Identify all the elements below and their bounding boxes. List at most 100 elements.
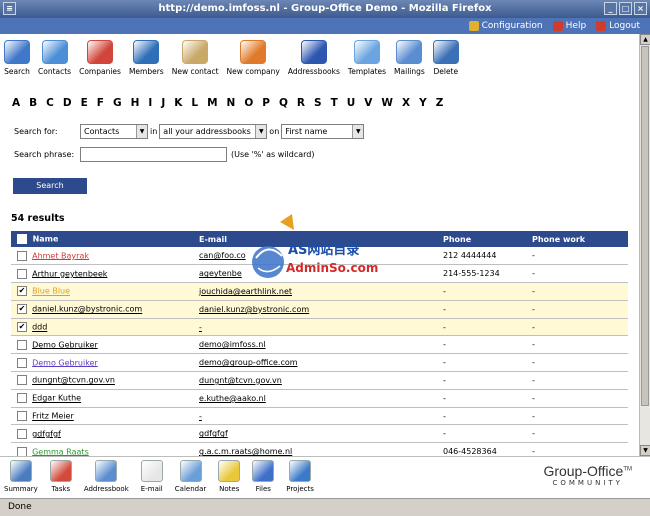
row-checkbox[interactable]: [17, 339, 27, 350]
toolbar-addressbooks-button[interactable]: Addressbooks: [288, 40, 340, 76]
letter-y-link[interactable]: Y: [419, 97, 427, 109]
search-button[interactable]: Search: [13, 178, 87, 194]
toplink-logout[interactable]: Logout: [596, 18, 640, 34]
email-link[interactable]: can@foo.co: [199, 251, 246, 260]
contact-name-link[interactable]: Demo Gebruiker: [32, 340, 98, 349]
scroll-thumb[interactable]: [641, 46, 649, 406]
dock-files-button[interactable]: Files: [252, 460, 275, 493]
contact-name-link[interactable]: Gemma Raats: [32, 447, 89, 456]
contact-name-link[interactable]: Demo Gebruiker: [32, 358, 98, 367]
letter-c-link[interactable]: C: [46, 97, 54, 109]
email-link[interactable]: -: [199, 323, 202, 332]
table-row[interactable]: Gemma Raats g.a.c.m.raats@home.nl 046-4528…: [11, 442, 628, 456]
table-row[interactable]: Demo Gebruiker demo@imfoss.nl - -: [11, 335, 628, 355]
toolbar-search-button[interactable]: Search: [4, 40, 30, 76]
letter-k-link[interactable]: K: [174, 97, 182, 109]
row-checkbox[interactable]: [17, 428, 27, 439]
letter-s-link[interactable]: S: [314, 97, 322, 109]
search-field-select[interactable]: First name ▼: [281, 124, 365, 139]
letter-x-link[interactable]: X: [402, 97, 410, 109]
toolbar-members-button[interactable]: Members: [129, 40, 164, 76]
row-checkbox[interactable]: [17, 268, 27, 279]
email-link[interactable]: daniel.kunz@bystronic.com: [199, 305, 309, 314]
row-checkbox[interactable]: [17, 446, 27, 456]
search-scope-select[interactable]: all your addressbooks ▼: [159, 124, 268, 139]
contact-name-link[interactable]: daniel.kunz@bystronic.com: [32, 305, 142, 314]
toolbar-mailings-button[interactable]: Mailings: [394, 40, 425, 76]
toplink-configuration[interactable]: Configuration: [468, 18, 543, 34]
scroll-down-icon[interactable]: ▼: [640, 445, 650, 456]
letter-m-link[interactable]: M: [207, 97, 217, 109]
scroll-up-icon[interactable]: ▲: [640, 34, 650, 45]
vertical-scrollbar[interactable]: ▲ ▼: [639, 34, 650, 456]
letter-q-link[interactable]: Q: [279, 97, 288, 109]
table-row[interactable]: dungnt@tcvn.gov.vn dungnt@tcvn.gov.vn - -: [11, 371, 628, 390]
contact-name-link[interactable]: Arthur geytenbeek: [32, 269, 107, 278]
select-all-checkbox[interactable]: [17, 234, 27, 244]
letter-t-link[interactable]: T: [331, 97, 338, 109]
toolbar-new-contact-button[interactable]: New contact: [172, 40, 219, 76]
dock-addressbook-button[interactable]: Addressbook: [84, 460, 129, 493]
email-link[interactable]: demo@imfoss.nl: [199, 340, 266, 349]
table-row[interactable]: Edgar Kuthe e.kuthe@aako.nl - -: [11, 389, 628, 408]
letter-g-link[interactable]: G: [113, 97, 122, 109]
letter-d-link[interactable]: D: [63, 97, 72, 109]
email-link[interactable]: ageytenbe: [199, 269, 242, 278]
letter-i-link[interactable]: I: [148, 97, 152, 109]
email-link[interactable]: gdfgfgf: [199, 429, 228, 438]
email-link[interactable]: demo@group-office.com: [199, 358, 298, 367]
letter-j-link[interactable]: J: [161, 97, 165, 109]
letter-b-link[interactable]: B: [29, 97, 37, 109]
dock-e-mail-button[interactable]: E-mail: [140, 460, 163, 493]
letter-z-link[interactable]: Z: [436, 97, 444, 109]
email-link[interactable]: dungnt@tcvn.gov.vn: [199, 376, 282, 385]
row-checkbox[interactable]: [17, 375, 27, 386]
row-checkbox[interactable]: ✔: [17, 286, 27, 297]
contact-name-link[interactable]: gdfgfgf: [32, 429, 61, 438]
letter-v-link[interactable]: V: [364, 97, 372, 109]
contact-name-link[interactable]: Ahmet Bayrak: [32, 251, 89, 260]
row-checkbox[interactable]: [17, 411, 27, 422]
window-menu-icon[interactable]: ≡: [3, 2, 16, 15]
toolbar-delete-button[interactable]: Delete: [432, 40, 459, 76]
maximize-icon[interactable]: □: [619, 2, 632, 15]
table-row[interactable]: ✔ Blue Blue jouchida@earthlink.net - -: [11, 282, 628, 301]
letter-n-link[interactable]: N: [227, 97, 236, 109]
email-link[interactable]: -: [199, 412, 202, 421]
email-link[interactable]: jouchida@earthlink.net: [199, 287, 292, 296]
table-row[interactable]: Fritz Meier - - -: [11, 407, 628, 426]
row-checkbox[interactable]: ✔: [17, 322, 27, 333]
search-phrase-input[interactable]: [80, 147, 227, 162]
toplink-help[interactable]: Help: [552, 18, 586, 34]
letter-r-link[interactable]: R: [297, 97, 305, 109]
contact-name-link[interactable]: dungnt@tcvn.gov.vn: [32, 376, 115, 385]
letter-e-link[interactable]: E: [81, 97, 88, 109]
contact-name-link[interactable]: Edgar Kuthe: [32, 394, 81, 403]
toolbar-contacts-button[interactable]: Contacts: [38, 40, 71, 76]
email-link[interactable]: g.a.c.m.raats@home.nl: [199, 447, 292, 456]
row-checkbox[interactable]: [17, 357, 27, 368]
row-checkbox[interactable]: [17, 393, 27, 404]
dock-notes-button[interactable]: Notes: [218, 460, 241, 493]
row-checkbox[interactable]: [17, 250, 27, 261]
letter-l-link[interactable]: L: [191, 97, 198, 109]
column-name[interactable]: Name: [11, 231, 193, 247]
toolbar-templates-button[interactable]: Templates: [348, 40, 386, 76]
dock-calendar-button[interactable]: Calendar: [175, 460, 206, 493]
email-link[interactable]: e.kuthe@aako.nl: [199, 394, 266, 403]
minimize-icon[interactable]: _: [604, 2, 617, 15]
letter-f-link[interactable]: F: [97, 97, 104, 109]
column-phone-work[interactable]: Phone work: [526, 231, 628, 247]
letter-o-link[interactable]: O: [244, 97, 253, 109]
dock-summary-button[interactable]: Summary: [4, 460, 38, 493]
letter-p-link[interactable]: P: [262, 97, 270, 109]
dock-projects-button[interactable]: Projects: [286, 460, 314, 493]
row-checkbox[interactable]: ✔: [17, 304, 27, 315]
dock-tasks-button[interactable]: Tasks: [49, 460, 72, 493]
contact-name-link[interactable]: Fritz Meier: [32, 412, 74, 421]
toolbar-companies-button[interactable]: Companies: [79, 40, 121, 76]
letter-u-link[interactable]: U: [347, 97, 356, 109]
letter-h-link[interactable]: H: [131, 97, 140, 109]
column-phone[interactable]: Phone: [437, 231, 526, 247]
close-icon[interactable]: ×: [634, 2, 647, 15]
